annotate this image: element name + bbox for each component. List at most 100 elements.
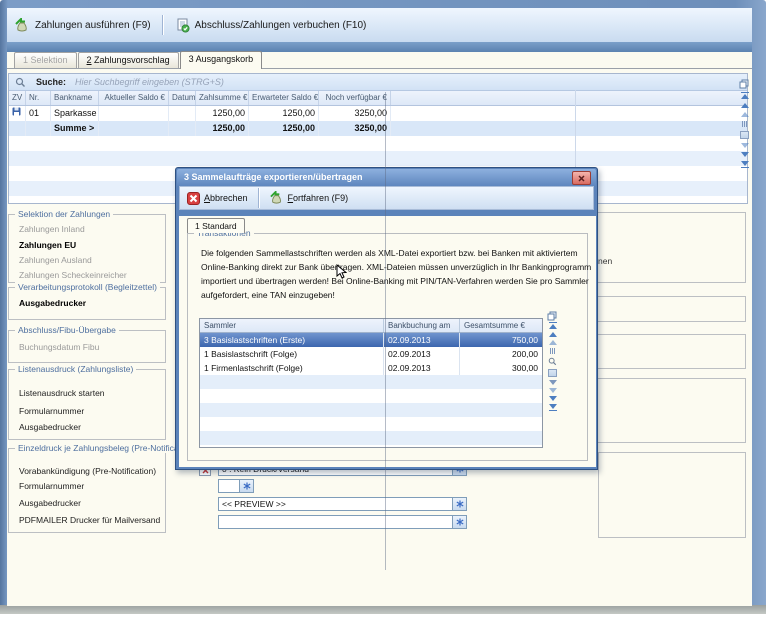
dropdown-button[interactable] — [452, 516, 466, 528]
toolbar-separator — [258, 188, 260, 208]
search-icon — [15, 77, 26, 88]
table-row-selected[interactable]: 3 Basislastschriften (Erste) 02.09.2013 … — [200, 333, 542, 347]
scroll-down-icon[interactable] — [741, 152, 749, 157]
continue-label: Fortfahren (F9) — [288, 193, 349, 203]
col-header-zahlsumme[interactable]: Zahlsumme € — [196, 91, 249, 105]
tab-zahlungsvorschlag[interactable]: 2 Zahlungsvorschlag — [78, 52, 179, 68]
dialog-title: 3 Sammelaufträge exportieren/übertragen — [184, 172, 363, 182]
scroll-up-icon[interactable] — [549, 332, 557, 337]
post-payments-label: Abschluss/Zahlungen verbuchen (F10) — [195, 20, 367, 31]
row-status-cell — [9, 106, 26, 121]
scroll-top-icon[interactable] — [741, 92, 749, 99]
sum-row: Summe > 1250,00 1250,00 3250,00 — [9, 121, 747, 136]
columns-icon[interactable] — [550, 348, 555, 354]
page-up-icon[interactable] — [741, 112, 749, 117]
columns-icon[interactable] — [742, 121, 747, 127]
post-payments-button[interactable]: Abschluss/Zahlungen verbuchen (F10) — [167, 15, 375, 36]
col-header-erwarteter-saldo[interactable]: Erwarteter Saldo € — [249, 91, 319, 105]
label-zahlungen-scheckeinreicher: Zahlungen Scheckeinreicher — [19, 270, 127, 280]
cancel-label: Abbrechen — [204, 193, 248, 203]
empty-row — [200, 431, 542, 445]
scroll-up-icon[interactable] — [741, 103, 749, 108]
cancel-icon — [187, 192, 200, 205]
spinner-button[interactable] — [239, 480, 253, 492]
scroll-bottom-icon[interactable] — [741, 161, 749, 168]
label-zahlungen-eu: Zahlungen EU — [19, 240, 76, 250]
section-verarbeitungsprotokoll: Verarbeitungsprotokoll (Begleitzettel) A… — [8, 287, 166, 320]
label-pdfmailer-drucker: PDFMAILER Drucker für Mailversand — [19, 515, 160, 525]
dropdown-button[interactable] — [452, 498, 466, 510]
section-einzeldruck: Einzeldruck je Zahlungsbeleg (Pre-Notifi… — [8, 448, 166, 533]
cell-erwarteter-saldo: 1250,00 — [249, 106, 319, 121]
search-icon[interactable] — [548, 357, 557, 366]
money-bag-icon — [15, 18, 30, 33]
cell-sammler: 3 Basislastschriften (Erste) — [200, 333, 384, 347]
pdfmailer-select[interactable] — [218, 515, 467, 529]
sum-erwarteter-saldo: 1250,00 — [249, 121, 319, 136]
scroll-top-icon[interactable] — [549, 322, 557, 329]
search-input[interactable]: Hier Suchbegriff eingeben (STRG+S) — [75, 77, 224, 87]
label-ausgabedrucker: Ausgabedrucker — [19, 298, 86, 308]
execute-payments-label: Zahlungen ausführen (F9) — [35, 20, 151, 31]
cell-gesamtsumme: 200,00 — [460, 347, 542, 361]
close-button[interactable] — [572, 171, 591, 185]
post-document-icon — [175, 18, 190, 33]
filter-icon[interactable] — [549, 380, 557, 385]
search-bar[interactable]: Suche: Hier Suchbegriff eingeben (STRG+S… — [9, 74, 747, 91]
page-up-icon[interactable] — [549, 340, 557, 345]
section-title: Abschluss/Fibu-Übergabe — [15, 325, 119, 335]
label-vorabankuendigung: Vorabankündigung (Pre-Notification) — [19, 466, 156, 476]
formularnummer-spinner[interactable] — [218, 479, 254, 493]
window-bottom-border — [0, 605, 766, 614]
section-abschluss-fibu: Abschluss/Fibu-Übergabe Buchungsdatum Fi… — [8, 330, 166, 363]
lookup-icon — [456, 518, 464, 526]
main-toolbar: Zahlungen ausführen (F9) Abschluss/Zahlu… — [7, 8, 752, 43]
cell-bankbuchung: 02.09.2013 — [384, 361, 460, 375]
bookmark-icon[interactable] — [740, 131, 749, 139]
label-ausgabedrucker: Ausgabedrucker — [19, 498, 81, 508]
col-header-bankname[interactable]: Bankname — [51, 91, 99, 105]
dialog-titlebar[interactable]: 3 Sammelaufträge exportieren/übertragen — [177, 169, 596, 186]
page-down-icon[interactable] — [549, 388, 557, 393]
col-header-zv[interactable]: ZV — [9, 91, 26, 105]
sammler-table: Sammler Bankbuchung am Gesamtsumme € 3 B… — [199, 318, 543, 448]
col-header-bankbuchung[interactable]: Bankbuchung am — [384, 319, 460, 332]
label-buchungsdatum-fibu: Buchungsdatum Fibu — [19, 342, 99, 352]
label-ausgabedrucker: Ausgabedrucker — [19, 422, 81, 432]
dialog-content: 1 Standard Transaktionen Die folgenden S… — [179, 216, 596, 467]
page-down-icon[interactable] — [741, 143, 749, 148]
tab-zahlungsvorschlag-label: 2 Zahlungsvorschlag — [87, 55, 170, 65]
cell-gesamtsumme: 300,00 — [460, 361, 542, 375]
cell-noch-verfuegbar: 3250,00 — [319, 106, 391, 121]
ausgabedrucker-value: << PREVIEW >> — [219, 498, 452, 510]
bookmark-icon[interactable] — [548, 369, 557, 377]
lookup-icon — [456, 500, 464, 508]
col-header-noch-verfuegbar[interactable]: Noch verfügbar € — [319, 91, 391, 105]
col-header-nr[interactable]: Nr. — [26, 91, 51, 105]
search-label: Suche: — [36, 77, 66, 87]
dialog-tab-standard[interactable]: 1 Standard — [187, 218, 245, 233]
mouse-cursor — [336, 264, 347, 285]
label-listenausdruck-starten: Listenausdruck starten — [19, 388, 105, 398]
cell-bankname: Sparkasse — [51, 106, 99, 121]
table-header-row: ZV Nr. Bankname Aktueller Saldo € Datum … — [9, 91, 747, 106]
col-header-gesamtsumme[interactable]: Gesamtsumme € — [460, 319, 542, 332]
ausgabedrucker-select[interactable]: << PREVIEW >> — [218, 497, 467, 511]
tab-ausgangskorb[interactable]: 3 Ausgangskorb — [180, 51, 263, 69]
tab-selektion[interactable]: 1 Selektion — [14, 52, 77, 68]
col-header-datum[interactable]: Datum — [169, 91, 196, 105]
table-row[interactable]: 1 Firmenlastschrift (Folge) 02.09.2013 3… — [200, 361, 542, 375]
col-header-sammler[interactable]: Sammler — [200, 319, 384, 332]
cancel-button[interactable]: Abbrechen — [180, 190, 255, 207]
col-header-filler — [391, 91, 747, 105]
table-row[interactable]: 1 Basislastschrift (Folge) 02.09.2013 20… — [200, 347, 542, 361]
col-header-aktueller-saldo[interactable]: Aktueller Saldo € — [99, 91, 169, 105]
grid-line-artifact — [385, 92, 386, 570]
continue-button[interactable]: Fortfahren (F9) — [263, 189, 356, 207]
scroll-bottom-icon[interactable] — [549, 404, 557, 411]
execute-payments-button[interactable]: Zahlungen ausführen (F9) — [7, 15, 159, 36]
empty-row — [200, 417, 542, 431]
scroll-down-icon[interactable] — [549, 396, 557, 401]
main-tabbar: 1 Selektion 2 Zahlungsvorschlag 3 Ausgan… — [7, 52, 752, 68]
table-row[interactable]: 01 Sparkasse 1250,00 1250,00 3250,00 — [9, 106, 747, 121]
